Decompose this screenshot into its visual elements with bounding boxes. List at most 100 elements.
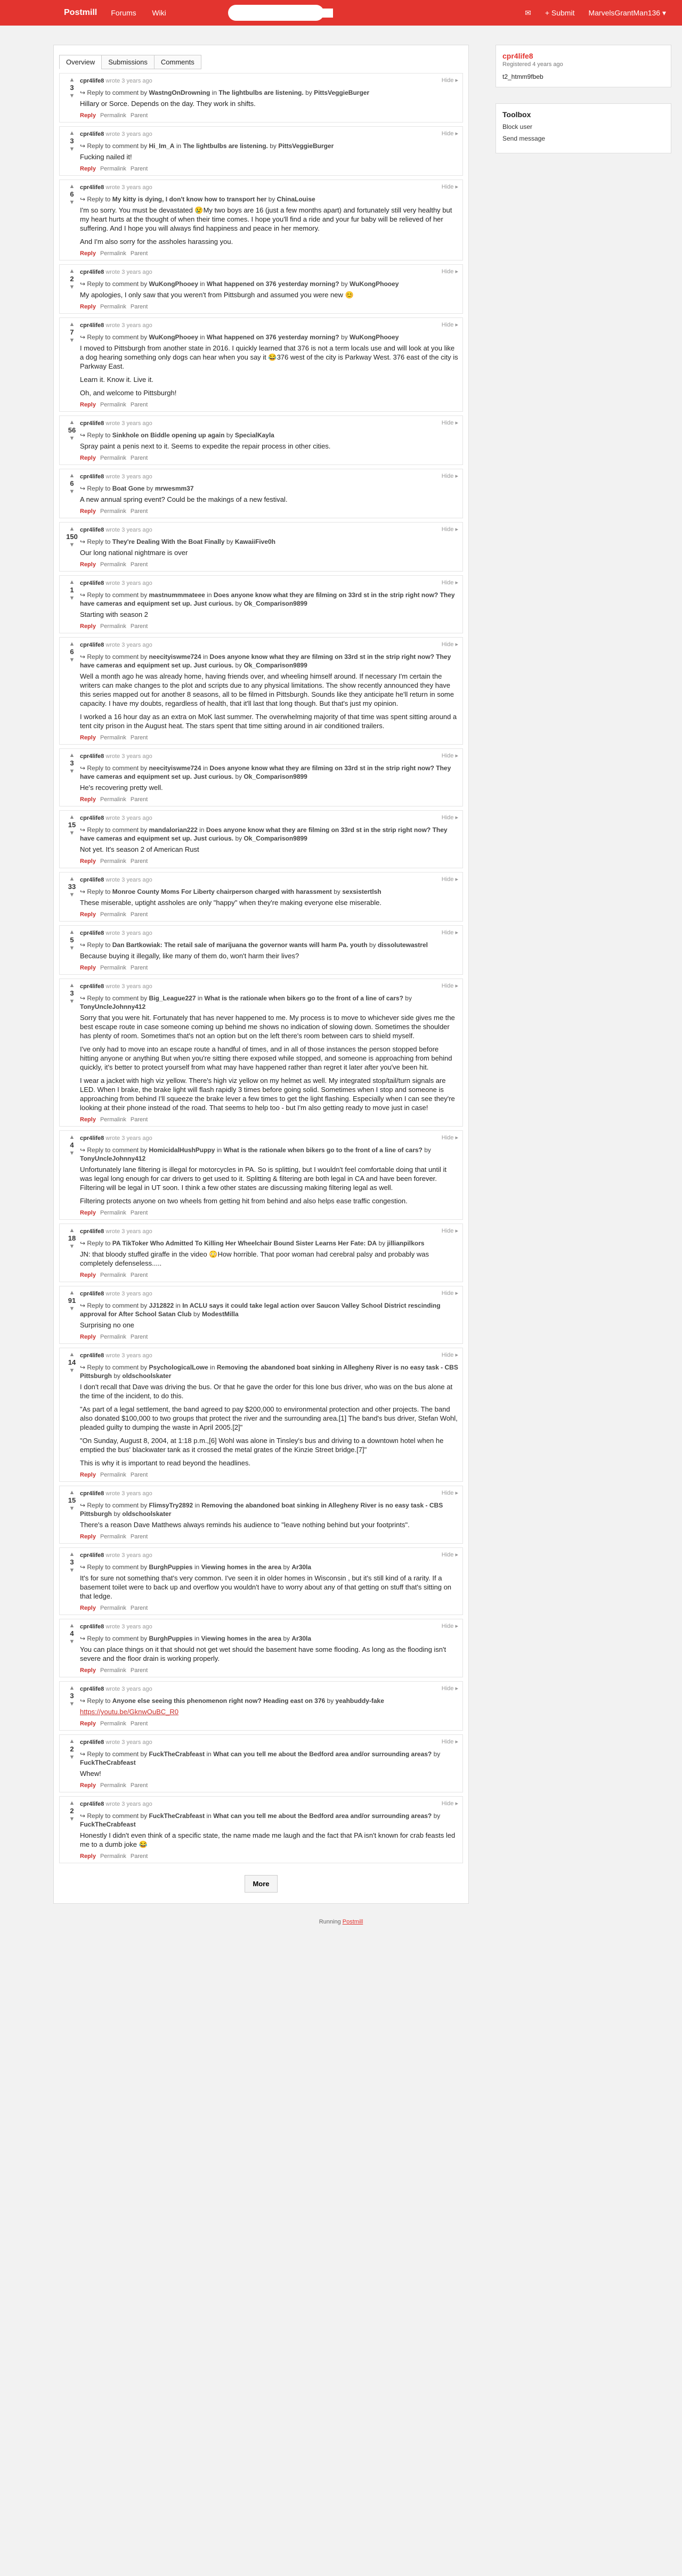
upvote-arrow-icon[interactable]: ▲ (64, 1551, 80, 1558)
reply-button[interactable]: Reply (80, 796, 96, 803)
parent-link[interactable]: Parent (131, 166, 148, 172)
reply-button[interactable]: Reply (80, 1534, 96, 1540)
upvote-arrow-icon[interactable]: ▲ (64, 419, 80, 426)
parent-author-link[interactable]: neecityiswme724 (149, 653, 201, 661)
permalink-link[interactable]: Permalink (100, 112, 126, 119)
hide-link[interactable]: Hide ▸ (442, 1290, 458, 1297)
parent-author-link[interactable]: PsychologicalLowe (149, 1364, 208, 1371)
send-message-link[interactable]: Send message (502, 135, 664, 142)
upvote-arrow-icon[interactable]: ▲ (64, 77, 80, 83)
permalink-link[interactable]: Permalink (100, 1472, 126, 1478)
thread-title-link[interactable]: What is the rationale when bikers go to … (205, 994, 403, 1002)
upvote-arrow-icon[interactable]: ▲ (64, 929, 80, 935)
brand-logo[interactable]: Postmill (64, 8, 97, 18)
nav-forums[interactable]: Forums (111, 9, 136, 17)
parent-link[interactable]: Parent (131, 623, 148, 630)
submit-button[interactable]: + Submit (545, 9, 575, 17)
hide-link[interactable]: Hide ▸ (442, 1227, 458, 1234)
comment-author[interactable]: cpr4life8 (80, 1135, 104, 1142)
permalink-link[interactable]: Permalink (100, 250, 126, 257)
hide-link[interactable]: Hide ▸ (442, 321, 458, 328)
upvote-arrow-icon[interactable]: ▲ (64, 268, 80, 274)
comment-author[interactable]: cpr4life8 (80, 983, 104, 990)
comment-link[interactable]: https://youtu.be/GknwOuBC_R0 (80, 1708, 178, 1716)
comment-author[interactable]: cpr4life8 (80, 131, 104, 137)
op-author-link[interactable]: TonyUncleJohnny412 (80, 1155, 145, 1162)
hide-link[interactable]: Hide ▸ (442, 814, 458, 821)
downvote-arrow-icon[interactable]: ▼ (64, 1701, 80, 1707)
downvote-arrow-icon[interactable]: ▼ (64, 93, 80, 99)
hide-link[interactable]: Hide ▸ (442, 419, 458, 426)
upvote-arrow-icon[interactable]: ▲ (64, 526, 80, 532)
downvote-arrow-icon[interactable]: ▼ (64, 998, 80, 1005)
hide-link[interactable]: Hide ▸ (442, 1800, 458, 1807)
upvote-arrow-icon[interactable]: ▲ (64, 876, 80, 882)
op-author-link[interactable]: KawaiiFive0h (235, 538, 275, 545)
thread-title-link[interactable]: My kitty is dying, I don't know how to t… (112, 195, 267, 203)
parent-author-link[interactable]: mastnummmateee (149, 591, 205, 599)
upvote-arrow-icon[interactable]: ▲ (64, 1351, 80, 1358)
reply-button[interactable]: Reply (80, 1853, 96, 1860)
nav-wiki[interactable]: Wiki (152, 9, 166, 17)
parent-link[interactable]: Parent (131, 1272, 148, 1278)
parent-link[interactable]: Parent (131, 1721, 148, 1727)
reply-button[interactable]: Reply (80, 561, 96, 568)
tab-comments[interactable]: Comments (153, 55, 201, 69)
permalink-link[interactable]: Permalink (100, 965, 126, 971)
op-author-link[interactable]: yeahbuddy-fake (336, 1697, 384, 1705)
op-author-link[interactable]: ChinaLouise (277, 195, 315, 203)
thread-title-link[interactable]: Anyone else seeing this phenomenon right… (112, 1697, 325, 1705)
reply-button[interactable]: Reply (80, 1116, 96, 1123)
hide-link[interactable]: Hide ▸ (442, 641, 458, 648)
permalink-link[interactable]: Permalink (100, 623, 126, 630)
op-author-link[interactable]: WuKongPhooey (350, 333, 399, 341)
upvote-arrow-icon[interactable]: ▲ (64, 1134, 80, 1140)
thread-title-link[interactable]: They're Dealing With the Boat Finally (112, 538, 225, 545)
comment-author[interactable]: cpr4life8 (80, 877, 104, 883)
parent-author-link[interactable]: FuckTheCrabfeast (149, 1750, 205, 1758)
hide-link[interactable]: Hide ▸ (442, 77, 458, 84)
permalink-link[interactable]: Permalink (100, 1334, 126, 1340)
op-author-link[interactable]: oldschoolskater (122, 1510, 171, 1518)
upvote-arrow-icon[interactable]: ▲ (64, 579, 80, 585)
hide-link[interactable]: Hide ▸ (442, 982, 458, 989)
reply-button[interactable]: Reply (80, 1334, 96, 1340)
comment-author[interactable]: cpr4life8 (80, 1686, 104, 1692)
reply-button[interactable]: Reply (80, 112, 96, 119)
comment-author[interactable]: cpr4life8 (80, 930, 104, 936)
permalink-link[interactable]: Permalink (100, 1272, 126, 1278)
permalink-link[interactable]: Permalink (100, 561, 126, 568)
reply-button[interactable]: Reply (80, 1667, 96, 1674)
reply-button[interactable]: Reply (80, 965, 96, 971)
hide-link[interactable]: Hide ▸ (442, 183, 458, 190)
permalink-link[interactable]: Permalink (100, 455, 126, 461)
thread-title-link[interactable]: What happened on 376 yesterday morning? (207, 280, 339, 288)
reply-button[interactable]: Reply (80, 1782, 96, 1789)
parent-link[interactable]: Parent (131, 1334, 148, 1340)
downvote-arrow-icon[interactable]: ▼ (64, 1638, 80, 1645)
hide-link[interactable]: Hide ▸ (442, 929, 458, 936)
op-author-link[interactable]: PittsVeggieBurger (314, 89, 369, 96)
block-user-link[interactable]: Block user (502, 123, 664, 131)
downvote-arrow-icon[interactable]: ▼ (64, 892, 80, 898)
op-author-link[interactable]: WuKongPhooey (350, 280, 399, 288)
comment-author[interactable]: cpr4life8 (80, 420, 104, 427)
thread-title-link[interactable]: What is the rationale when bikers go to … (224, 1146, 423, 1154)
op-author-link[interactable]: mrwesmm37 (155, 485, 194, 492)
upvote-arrow-icon[interactable]: ▲ (64, 472, 80, 479)
permalink-link[interactable]: Permalink (100, 402, 126, 408)
hide-link[interactable]: Hide ▸ (442, 1551, 458, 1558)
parent-author-link[interactable]: mandalorian222 (149, 826, 197, 834)
parent-link[interactable]: Parent (131, 112, 148, 119)
parent-author-link[interactable]: FuckTheCrabfeast (149, 1812, 205, 1820)
permalink-link[interactable]: Permalink (100, 858, 126, 865)
downvote-arrow-icon[interactable]: ▼ (64, 1816, 80, 1822)
comment-author[interactable]: cpr4life8 (80, 753, 104, 760)
permalink-link[interactable]: Permalink (100, 1667, 126, 1674)
downvote-arrow-icon[interactable]: ▼ (64, 1505, 80, 1512)
downvote-arrow-icon[interactable]: ▼ (64, 284, 80, 290)
downvote-arrow-icon[interactable]: ▼ (64, 1243, 80, 1250)
op-author-link[interactable]: Ok_Comparison9899 (243, 835, 307, 842)
hide-link[interactable]: Hide ▸ (442, 130, 458, 137)
comment-author[interactable]: cpr4life8 (80, 1490, 104, 1497)
